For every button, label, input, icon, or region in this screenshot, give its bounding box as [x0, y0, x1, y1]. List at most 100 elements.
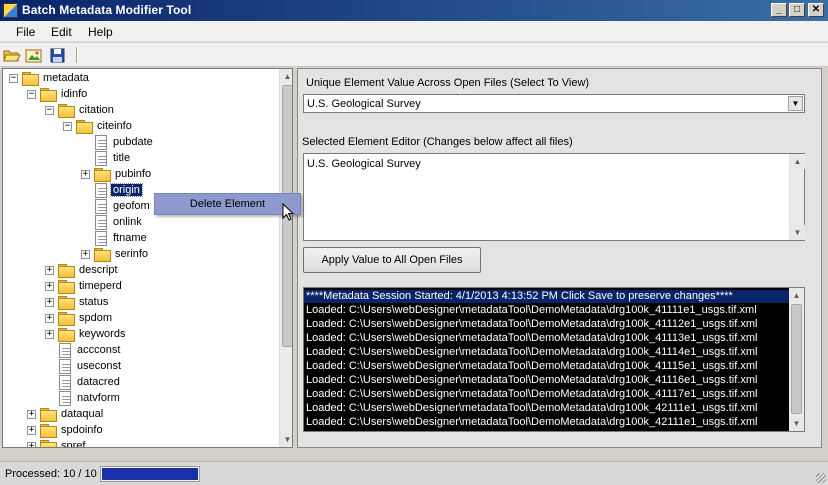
menu-file[interactable]: File: [16, 25, 35, 39]
resize-grip[interactable]: [816, 473, 826, 483]
element-editor[interactable]: ▲ ▼: [303, 153, 805, 241]
tree-node-label[interactable]: useconst: [75, 360, 123, 372]
close-button[interactable]: ✕: [808, 3, 824, 17]
tree-node-label[interactable]: spdoinfo: [59, 424, 105, 436]
expand-icon[interactable]: +: [27, 425, 36, 435]
context-menu-delete-element[interactable]: Delete Element: [154, 193, 301, 215]
tree-node-useconst[interactable]: useconst: [45, 358, 123, 374]
tree-node-ftname[interactable]: ftname: [81, 230, 149, 246]
tree-node-label[interactable]: datacred: [75, 376, 122, 388]
tree-node-label[interactable]: descript: [77, 264, 120, 276]
tree-node-serinfo[interactable]: + serinfo: [81, 246, 150, 262]
tree-node-spref[interactable]: + spref: [27, 438, 87, 447]
tree-node-citeinfo[interactable]: − citeinfo: [63, 118, 134, 134]
tree-node-label[interactable]: onlink: [111, 216, 144, 228]
collapse-icon[interactable]: −: [63, 121, 72, 131]
tree-node-pubinfo[interactable]: + pubinfo: [81, 166, 153, 182]
expand-icon[interactable]: +: [45, 329, 54, 339]
tree-node-accconst[interactable]: accconst: [45, 342, 122, 358]
tree-node-citation[interactable]: − citation: [45, 102, 116, 118]
expand-icon[interactable]: +: [27, 409, 36, 419]
open-folder-button[interactable]: [2, 46, 22, 64]
tree-node-label[interactable]: accconst: [75, 344, 122, 356]
expand-icon[interactable]: +: [45, 313, 54, 323]
scroll-down-icon[interactable]: ▼: [789, 416, 804, 431]
menu-edit[interactable]: Edit: [51, 25, 72, 39]
log-scrollbar[interactable]: ▲ ▼: [789, 288, 804, 431]
tree-node-label[interactable]: citation: [77, 104, 116, 116]
expand-icon[interactable]: +: [27, 441, 36, 447]
element-value-textarea[interactable]: [304, 154, 788, 240]
apply-to-all-button[interactable]: Apply Value to All Open Files: [303, 247, 481, 273]
tree-node-label[interactable]: citeinfo: [95, 120, 134, 132]
minimize-button[interactable]: _: [771, 3, 787, 17]
title-bar[interactable]: Batch Metadata Modifier Tool _ □ ✕: [0, 0, 828, 21]
tree-node-label[interactable]: spref: [59, 440, 87, 447]
tree-vertical-scrollbar[interactable]: ▲ ▼: [279, 69, 292, 447]
tree-node-label[interactable]: status: [77, 296, 110, 308]
save-button[interactable]: [48, 46, 68, 64]
tree-node-onlink[interactable]: onlink: [81, 214, 144, 230]
collapse-icon[interactable]: −: [9, 73, 18, 83]
collapse-icon[interactable]: −: [27, 89, 36, 99]
tree-node-origin[interactable]: origin: [81, 182, 143, 198]
open-image-button[interactable]: [24, 46, 44, 64]
tree-node-label[interactable]: serinfo: [113, 248, 150, 260]
metadata-tree[interactable]: − metadata − idinfo − citation − citeinfo pubdat…: [2, 68, 293, 448]
scroll-down-icon[interactable]: ▼: [790, 225, 805, 240]
tree-node-spdom[interactable]: + spdom: [45, 310, 114, 326]
tree-node-label[interactable]: origin: [110, 183, 143, 197]
scroll-up-icon[interactable]: ▲: [789, 288, 804, 303]
tree-node-label[interactable]: geofom: [111, 200, 152, 212]
app-window: Batch Metadata Modifier Tool _ □ ✕ File …: [0, 0, 828, 485]
progress-bar: [100, 466, 200, 482]
collapse-icon[interactable]: −: [45, 105, 54, 115]
tree-node-keywords[interactable]: + keywords: [45, 326, 127, 342]
scroll-up-icon[interactable]: ▲: [790, 154, 805, 169]
tree-node-label[interactable]: pubinfo: [113, 168, 153, 180]
tree-node-dataqual[interactable]: + dataqual: [27, 406, 105, 422]
tree-node-label[interactable]: idinfo: [59, 88, 89, 100]
folder-icon: [58, 328, 75, 342]
tree-node-label[interactable]: title: [111, 152, 132, 164]
expand-icon[interactable]: +: [81, 169, 90, 179]
tree-node-descript[interactable]: + descript: [45, 262, 120, 278]
tree-node-label[interactable]: ftname: [111, 232, 149, 244]
session-log[interactable]: ****Metadata Session Started: 4/1/2013 4…: [303, 287, 805, 432]
tree-node-label[interactable]: keywords: [77, 328, 127, 340]
tree-node-label[interactable]: natvform: [75, 392, 122, 404]
scroll-up-icon[interactable]: ▲: [280, 69, 292, 84]
folder-icon: [58, 296, 75, 310]
document-icon: [95, 182, 107, 198]
tree-node-label[interactable]: pubdate: [111, 136, 155, 148]
maximize-button[interactable]: □: [789, 3, 805, 17]
unique-values-dropdown[interactable]: U.S. Geological Survey ▼: [303, 94, 805, 113]
expand-icon[interactable]: +: [81, 249, 90, 259]
tree-node-metadata[interactable]: − metadata: [9, 70, 91, 86]
expand-icon[interactable]: +: [45, 265, 54, 275]
tree-node-pubdate[interactable]: pubdate: [81, 134, 155, 150]
tree-node-natvform[interactable]: natvform: [45, 390, 122, 406]
tree-node-label[interactable]: spdom: [77, 312, 114, 324]
unique-values-label: Unique Element Value Across Open Files (…: [306, 77, 590, 89]
tree-node-title[interactable]: title: [81, 150, 132, 166]
app-icon: [3, 3, 18, 18]
open-folder-icon: [3, 50, 21, 61]
scroll-down-icon[interactable]: ▼: [280, 432, 292, 447]
folder-icon: [58, 104, 75, 118]
tree-node-timeperd[interactable]: + timeperd: [45, 278, 124, 294]
tree-node-geofom[interactable]: geofom: [81, 198, 152, 214]
tree-node-spdoinfo[interactable]: + spdoinfo: [27, 422, 105, 438]
tree-node-label[interactable]: metadata: [41, 72, 91, 84]
scroll-thumb[interactable]: [791, 304, 802, 414]
tree-node-idinfo[interactable]: − idinfo: [27, 86, 89, 102]
tree-node-label[interactable]: dataqual: [59, 408, 105, 420]
expand-icon[interactable]: +: [45, 297, 54, 307]
chevron-down-icon[interactable]: ▼: [788, 96, 803, 111]
tree-node-datacred[interactable]: datacred: [45, 374, 122, 390]
editor-scrollbar[interactable]: ▲ ▼: [789, 154, 805, 240]
menu-help[interactable]: Help: [88, 25, 113, 39]
tree-node-status[interactable]: + status: [45, 294, 110, 310]
expand-icon[interactable]: +: [45, 281, 54, 291]
tree-node-label[interactable]: timeperd: [77, 280, 124, 292]
